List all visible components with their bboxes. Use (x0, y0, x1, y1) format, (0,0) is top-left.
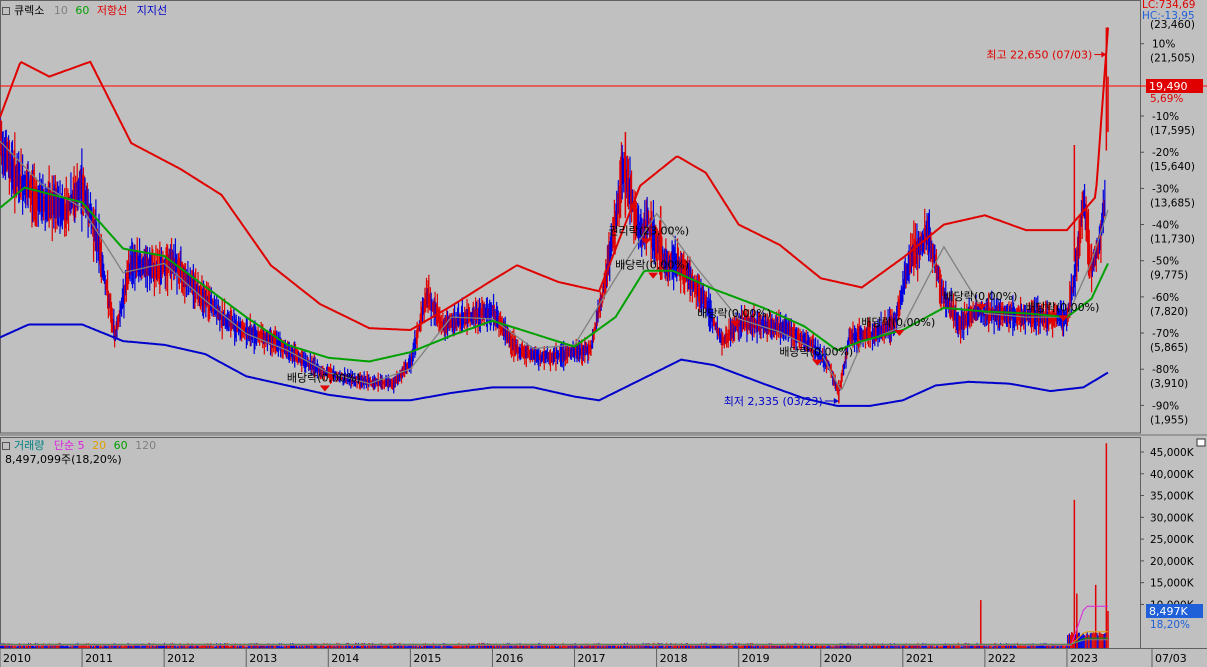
volume-tick-label: 45,000K (1150, 447, 1195, 459)
price-tick-pct: -10% (1152, 111, 1179, 123)
volume-ma120[interactable]: 120 (135, 439, 156, 452)
chart-canvas: 10% (21,505) -10% (17,595) -20% (15,640) -30% (… (0, 0, 1207, 667)
x-tick-label: 2023 (1070, 652, 1098, 665)
event-marker (319, 385, 330, 392)
price-tick-value: (15,640) (1150, 161, 1195, 173)
x-tick-label: 2011 (85, 652, 113, 665)
volume-tick-label: 25,000K (1150, 534, 1195, 546)
x-tick-label: 2020 (824, 652, 852, 665)
current-price-change: 5,69% (1150, 93, 1183, 105)
legend-ma60[interactable]: 60 (75, 4, 89, 17)
price-tick-value: (11,730) (1150, 234, 1195, 246)
current-volume-label: 8,497K (1149, 605, 1188, 618)
hc-readout: HC:-13,95 (1142, 10, 1195, 22)
current-price-label: 19,490 (1149, 80, 1188, 93)
x-tick-label: 07/03 (1155, 652, 1187, 665)
price-tick-value: (5,865) (1150, 342, 1188, 354)
price-panel-frame (0, 0, 1141, 434)
high-annotation: 최고 22,650 (07/03) (986, 49, 1092, 62)
volume-tick-label: 15,000K (1150, 578, 1195, 590)
expand-icon (1196, 438, 1206, 447)
price-tick-value: (9,775) (1150, 270, 1188, 282)
x-tick-label: 2015 (413, 652, 441, 665)
price-tick-pct: -60% (1152, 292, 1179, 304)
legend-support[interactable]: 지지선 (137, 4, 167, 17)
x-tick-label: 2022 (988, 652, 1016, 665)
volume-tick-label: 30,000K (1150, 512, 1195, 524)
price-tick-value: (3,910) (1150, 378, 1188, 390)
price-tick-value: (13,685) (1150, 197, 1195, 209)
volume-ma-line (0, 631, 1108, 646)
event-label: 배당락(0,00%) (287, 372, 361, 385)
menu-square-icon[interactable] (2, 442, 10, 450)
price-tick-value: (21,505) (1150, 53, 1195, 65)
volume-bars-group (0, 443, 1109, 648)
volume-panel-frame (0, 437, 1141, 649)
x-tick-label: 2016 (495, 652, 523, 665)
price-tick-pct: -40% (1152, 220, 1179, 232)
volume-info: 8,497,099주(18,20%) (5, 453, 122, 466)
stock-name: 큐렉소 (14, 4, 45, 17)
price-tick-pct: -80% (1152, 364, 1179, 376)
legend-resistance[interactable]: 저항선 (97, 4, 127, 17)
price-tick-pct: -50% (1152, 256, 1179, 268)
x-tick-label: 2019 (742, 652, 770, 665)
x-tick-label: 2018 (660, 652, 688, 665)
event-label: 배당락(0,00%) (1026, 301, 1100, 314)
menu-square-icon[interactable] (2, 7, 10, 15)
price-tick-value: (17,595) (1150, 125, 1195, 137)
volume-tick-label: 35,000K (1150, 491, 1195, 503)
event-label: 배당락(0,00%) (779, 346, 853, 359)
event-label: 배당락(0,00%) (697, 307, 771, 320)
series-line-support (0, 323, 1109, 407)
x-tick-label: 2014 (331, 652, 359, 665)
price-legend: 큐렉소 10 60 저항선 지지선 (2, 2, 167, 18)
x-tick-label: 2013 (249, 652, 277, 665)
event-label: 권리락(23,00%) (608, 224, 689, 237)
price-tick-value: (7,820) (1150, 306, 1188, 318)
volume-tick-label: 40,000K (1150, 469, 1195, 481)
x-tick-label: 2021 (906, 652, 934, 665)
x-tick-label: 2010 (3, 652, 31, 665)
x-tick-label: 2012 (167, 652, 195, 665)
price-tick-pct: -20% (1152, 147, 1179, 159)
volume-ma-line (0, 605, 1108, 646)
event-marker (648, 272, 659, 279)
legend-ma10[interactable]: 10 (54, 4, 68, 17)
event-label: 배당락(0,00%) (615, 259, 689, 272)
event-label: 배당락(0,00%) (943, 290, 1017, 303)
x-tick-label: 2017 (578, 652, 606, 665)
current-volume-pct: 18,20% (1150, 619, 1190, 631)
price-tick-pct: 10% (1152, 39, 1175, 51)
price-tick-pct: -90% (1152, 400, 1179, 412)
price-tick-value: (1,955) (1150, 414, 1188, 426)
price-tick-pct: -70% (1152, 328, 1179, 340)
price-tick-pct: -30% (1152, 183, 1179, 195)
low-annotation: 최저 2,335 (03/23) (724, 395, 823, 408)
volume-tick-label: 20,000K (1150, 556, 1195, 568)
event-marker (894, 330, 905, 337)
event-label: 배당락(0,00%) (861, 316, 935, 329)
